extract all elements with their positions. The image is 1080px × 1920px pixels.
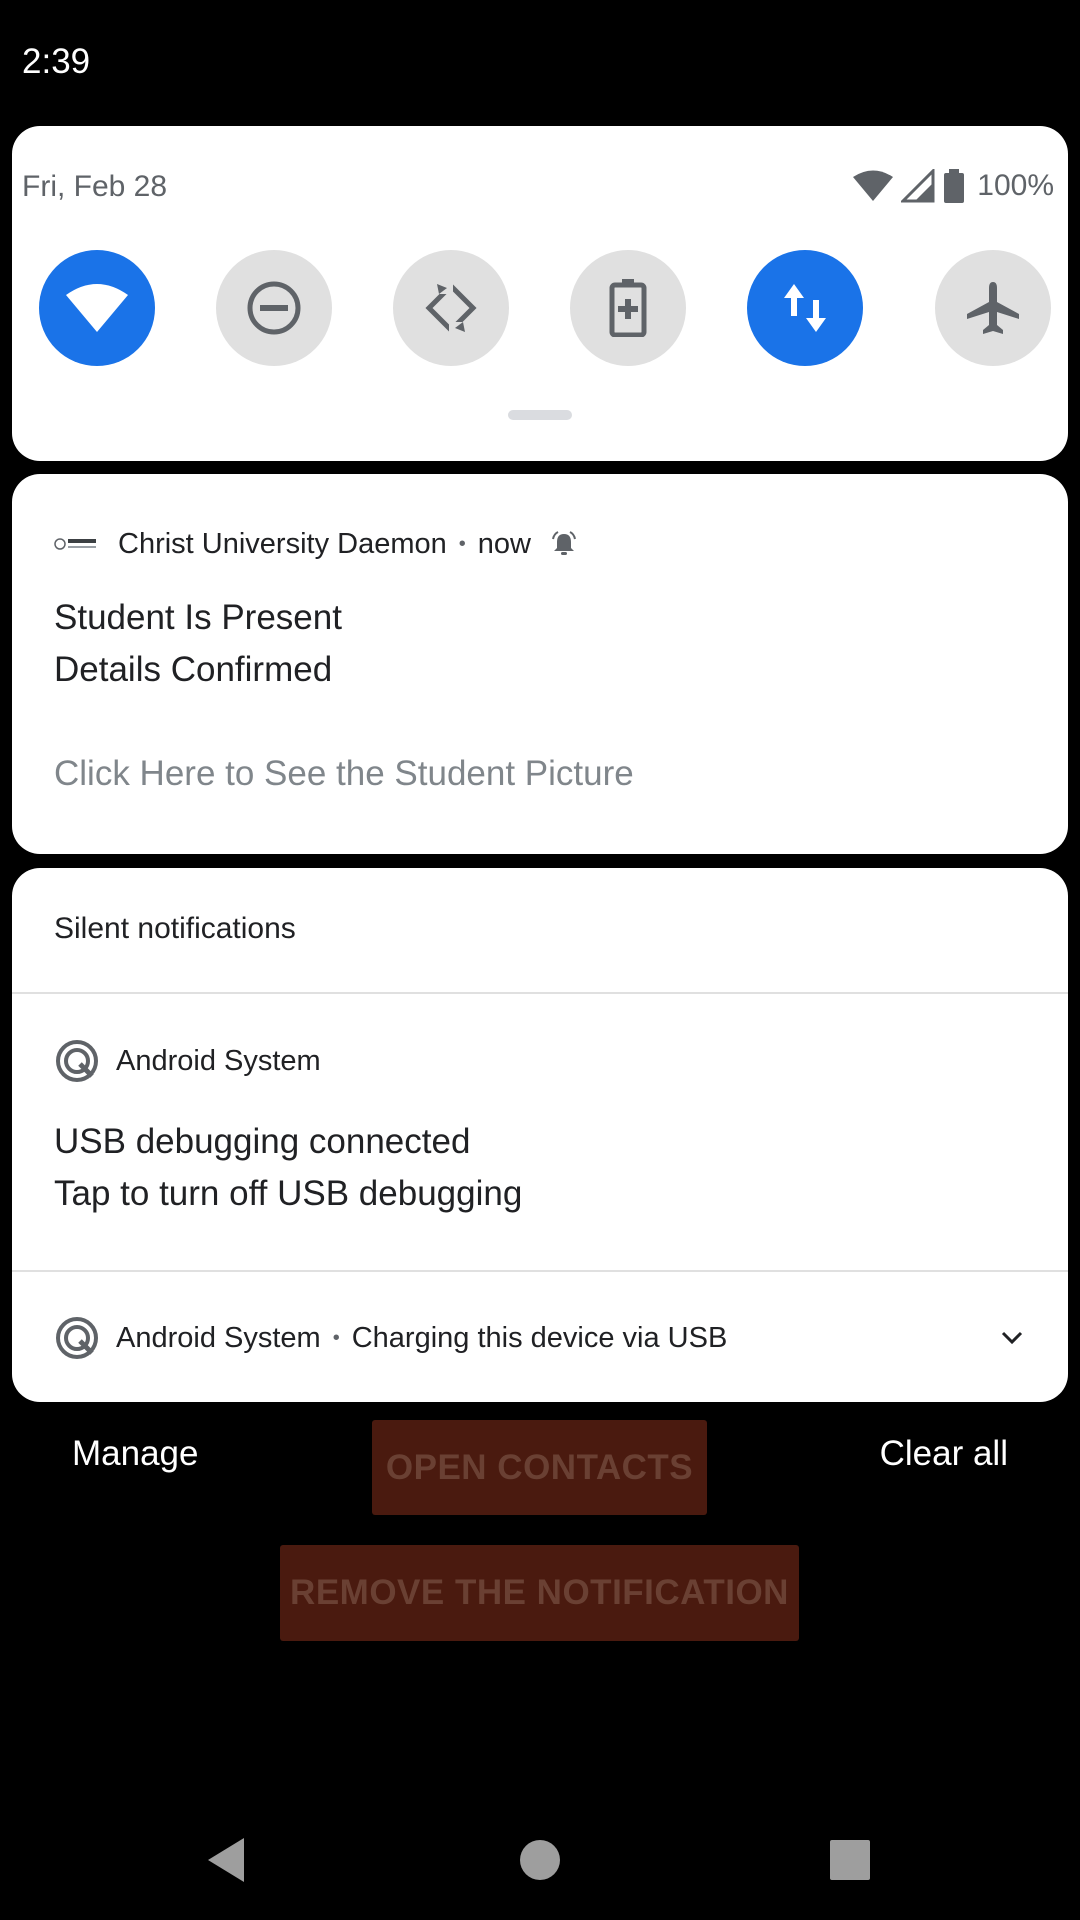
mobile-data-tile[interactable]: [747, 250, 863, 366]
see-student-picture-action[interactable]: Click Here to See the Student Picture: [54, 754, 634, 794]
silent-notifications-section: Silent notifications Android System USB …: [12, 868, 1068, 1402]
cell-signal-icon: [901, 169, 935, 203]
header-separator: •: [332, 1326, 340, 1349]
open-contacts-button[interactable]: OPEN CONTACTS: [372, 1420, 707, 1515]
notification-header: Android System • Charging this device vi…: [54, 1315, 727, 1361]
navigation-bar: [0, 1800, 1080, 1920]
section-divider: [12, 992, 1068, 994]
auto-rotate-tile[interactable]: [393, 250, 509, 366]
notification-time: now: [477, 527, 531, 560]
qs-tiles: [39, 250, 1051, 368]
manage-button[interactable]: Manage: [72, 1434, 198, 1474]
notification-app-name: Android System: [116, 1044, 321, 1077]
status-bar: 2:39: [0, 0, 1080, 120]
header-separator: •: [458, 532, 466, 555]
qs-status-icons: 100%: [853, 166, 1054, 206]
christ-university-logo-icon: [54, 534, 98, 554]
notification-title: Student Is Present: [54, 598, 342, 637]
do-not-disturb-icon: [247, 281, 301, 335]
qs-date[interactable]: Fri, Feb 28: [22, 170, 167, 204]
home-circle-icon: [520, 1840, 560, 1880]
airplane-mode-tile[interactable]: [935, 250, 1051, 366]
remove-notification-button[interactable]: REMOVE THE NOTIFICATION: [280, 1545, 799, 1641]
alert-bell-icon: [552, 531, 576, 555]
battery-saver-icon: [609, 279, 647, 337]
wifi-tile[interactable]: [39, 250, 155, 366]
back-button[interactable]: [186, 1800, 266, 1920]
recents-button[interactable]: [810, 1800, 890, 1920]
back-triangle-icon: [208, 1838, 244, 1882]
auto-rotate-icon: [425, 282, 477, 334]
wifi-icon: [66, 284, 128, 332]
notification-app-name: Christ University Daemon: [118, 527, 447, 560]
battery-icon: [944, 169, 965, 203]
android-system-icon: [56, 1040, 98, 1082]
battery-saver-tile[interactable]: [570, 250, 686, 366]
notification-text: Details Confirmed: [54, 650, 333, 689]
notification-title: USB debugging connected: [54, 1122, 471, 1161]
wifi-signal-icon: [853, 170, 894, 201]
quick-settings-panel: Fri, Feb 28 100%: [12, 126, 1068, 461]
mobile-data-icon: [784, 284, 826, 332]
battery-percentage: 100%: [977, 169, 1054, 202]
silent-notifications-heading: Silent notifications: [54, 912, 296, 945]
android-system-icon: [56, 1317, 98, 1359]
notification-header: Android System: [54, 1038, 321, 1084]
qs-expand-handle[interactable]: [508, 410, 572, 420]
notification-app-name: Android System: [116, 1321, 321, 1354]
notification-text: Tap to turn off USB debugging: [54, 1174, 523, 1213]
notification-divider: [12, 1270, 1068, 1272]
alert-notification[interactable]: Christ University Daemon • now Student I…: [12, 474, 1068, 854]
recents-square-icon: [830, 1840, 870, 1880]
clear-all-button[interactable]: Clear all: [880, 1434, 1008, 1474]
do-not-disturb-tile[interactable]: [216, 250, 332, 366]
airplane-icon: [967, 282, 1019, 334]
notification-header: Christ University Daemon • now: [54, 522, 577, 566]
notification-summary: Charging this device via USB: [351, 1321, 728, 1354]
home-button[interactable]: [500, 1800, 580, 1920]
chevron-down-icon[interactable]: [994, 1320, 1030, 1356]
status-time: 2:39: [22, 42, 91, 81]
